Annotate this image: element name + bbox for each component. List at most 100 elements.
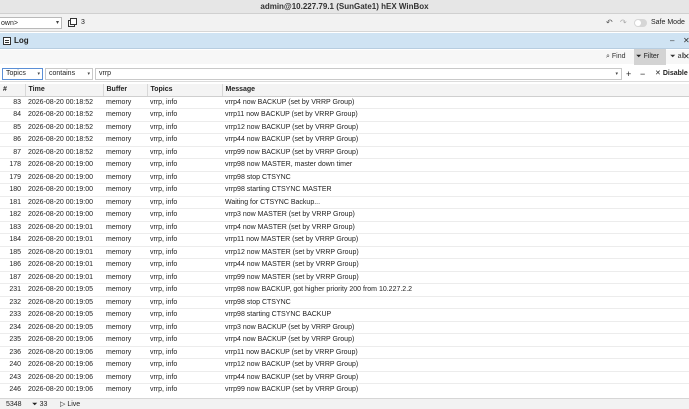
table-row[interactable]: 85 2026-08-20 00:18:52 memory vrrp, info vrr… bbox=[0, 121, 689, 134]
disable-label: Disable bbox=[662, 70, 688, 77]
cell-number: 179 bbox=[0, 171, 25, 184]
table-row[interactable]: 240 2026-08-20 00:19:06 memory vrrp, info vr… bbox=[0, 358, 689, 372]
column-header-message[interactable]: Message bbox=[222, 84, 689, 97]
column-header-buffer[interactable]: Buffer bbox=[103, 84, 148, 97]
filter-icon: ⏷ bbox=[636, 53, 642, 60]
session-select[interactable]: own> ▾ bbox=[0, 17, 62, 29]
cell-message: vrrp44 now BACKUP (set by VRRP Group) bbox=[222, 133, 689, 147]
cell-topics: vrrp, info bbox=[147, 146, 222, 159]
table-row[interactable]: 84 2026-08-20 00:18:52 memory vrrp, info vrr… bbox=[0, 108, 689, 122]
cell-number: 183 bbox=[0, 221, 25, 234]
filter-button[interactable]: ⏷ Filter bbox=[634, 49, 666, 65]
cell-number: 186 bbox=[0, 258, 25, 272]
safe-mode-toggle[interactable] bbox=[634, 19, 647, 27]
cell-time: 2026-08-20 00:19:05 bbox=[25, 296, 103, 309]
cell-time: 2026-08-20 00:18:52 bbox=[25, 133, 103, 147]
table-row[interactable]: 181 2026-08-20 00:19:00 memory vrrp, info Wa… bbox=[0, 196, 689, 209]
cell-topics: vrrp, info bbox=[147, 246, 222, 259]
table-row[interactable]: 87 2026-08-20 00:18:52 memory vrrp, info vrr… bbox=[0, 146, 689, 159]
cell-time: 2026-08-20 00:19:06 bbox=[25, 333, 103, 347]
close-icon: ✕ bbox=[655, 70, 661, 77]
cell-buffer: memory bbox=[103, 221, 147, 234]
cell-message: vrrp99 now MASTER (set by VRRP Group) bbox=[222, 271, 689, 284]
cell-number: 87 bbox=[0, 146, 25, 159]
cell-number: 246 bbox=[0, 383, 25, 396]
cell-topics: vrrp, info bbox=[147, 296, 222, 309]
safe-mode-label: Safe Mode bbox=[651, 19, 685, 26]
cell-topics: vrrp, info bbox=[147, 121, 222, 134]
cell-message: vrrp44 now MASTER (set by VRRP Group) bbox=[222, 258, 689, 272]
cell-buffer: memory bbox=[103, 183, 147, 197]
filter-value-text: vrrp bbox=[99, 70, 112, 77]
cell-message: vrrp12 now BACKUP (set by VRRP Group) bbox=[222, 358, 689, 372]
find-label: Find bbox=[611, 53, 626, 60]
windows-icon[interactable] bbox=[68, 18, 77, 27]
table-row[interactable]: 246 2026-08-20 00:19:06 memory vrrp, info vr… bbox=[0, 383, 689, 396]
table-row[interactable]: 86 2026-08-20 00:18:52 memory vrrp, info vrr… bbox=[0, 133, 689, 147]
live-toggle[interactable]: ▷ Live bbox=[60, 400, 80, 409]
cell-topics: vrrp, info bbox=[147, 233, 222, 247]
table-row[interactable]: 180 2026-08-20 00:19:00 memory vrrp, info vr… bbox=[0, 183, 689, 197]
redo-icon[interactable]: ↷ bbox=[620, 17, 627, 28]
log-table-container: # Time Buffer Topics Message 83 2026-08-2… bbox=[0, 84, 689, 396]
cell-time: 2026-08-20 00:19:00 bbox=[25, 158, 103, 172]
cell-time: 2026-08-20 00:18:52 bbox=[25, 96, 103, 109]
remove-filter-button[interactable]: − bbox=[640, 68, 645, 80]
find-button[interactable]: ⌕ Find bbox=[606, 50, 626, 64]
filter-value-input[interactable]: vrrp ▾ bbox=[95, 68, 622, 80]
cell-topics: vrrp, info bbox=[147, 333, 222, 347]
cell-time: 2026-08-20 00:19:05 bbox=[25, 321, 103, 334]
all-button[interactable]: ⏷ all bbox=[670, 50, 685, 64]
undo-icon[interactable]: ↶ bbox=[606, 17, 613, 28]
table-row[interactable]: 236 2026-08-20 00:19:06 memory vrrp, info vr… bbox=[0, 346, 689, 359]
table-row[interactable]: 182 2026-08-20 00:19:00 memory vrrp, info vr… bbox=[0, 208, 689, 222]
minimize-icon[interactable]: – bbox=[670, 33, 674, 49]
add-filter-button[interactable]: + bbox=[626, 68, 631, 80]
play-icon: ▷ bbox=[60, 401, 66, 408]
table-row[interactable]: 184 2026-08-20 00:19:01 memory vrrp, info vr… bbox=[0, 233, 689, 247]
close-icon[interactable]: ✕ bbox=[683, 33, 689, 49]
table-row[interactable]: 233 2026-08-20 00:19:05 memory vrrp, info vr… bbox=[0, 308, 689, 322]
column-header-topics[interactable]: Topics bbox=[147, 84, 223, 97]
table-row[interactable]: 234 2026-08-20 00:19:05 memory vrrp, info vr… bbox=[0, 321, 689, 334]
table-row[interactable]: 243 2026-08-20 00:19:06 memory vrrp, info vr… bbox=[0, 371, 689, 384]
table-row[interactable]: 83 2026-08-20 00:18:52 memory vrrp, info vrr… bbox=[0, 96, 689, 109]
column-header-number[interactable]: # bbox=[0, 84, 26, 97]
table-row[interactable]: 179 2026-08-20 00:19:00 memory vrrp, info vr… bbox=[0, 171, 689, 184]
cell-message: vrrp12 now BACKUP (set by VRRP Group) bbox=[222, 121, 689, 134]
table-row[interactable]: 186 2026-08-20 00:19:01 memory vrrp, info vr… bbox=[0, 258, 689, 272]
cell-topics: vrrp, info bbox=[147, 371, 222, 384]
table-row[interactable]: 185 2026-08-20 00:19:01 memory vrrp, info vr… bbox=[0, 246, 689, 259]
cell-time: 2026-08-20 00:19:01 bbox=[25, 258, 103, 272]
total-count: 5348 bbox=[6, 401, 22, 408]
cell-buffer: memory bbox=[103, 271, 147, 284]
disable-filter-button[interactable]: ✕ Disable bbox=[655, 68, 688, 80]
column-header-time[interactable]: Time bbox=[25, 84, 104, 97]
table-row[interactable]: 178 2026-08-20 00:19:00 memory vrrp, info vr… bbox=[0, 158, 689, 172]
table-row[interactable]: 231 2026-08-20 00:19:05 memory vrrp, info vr… bbox=[0, 283, 689, 297]
cell-message: vrrp3 now BACKUP (set by VRRP Group) bbox=[222, 321, 689, 334]
cell-time: 2026-08-20 00:18:52 bbox=[25, 121, 103, 134]
search-icon: ⌕ bbox=[606, 53, 610, 60]
filter-field-select[interactable]: Topics ▾ bbox=[2, 68, 43, 80]
cell-buffer: memory bbox=[103, 258, 147, 272]
cell-message: vrrp98 now MASTER, master down timer bbox=[222, 158, 689, 172]
table-row[interactable]: 183 2026-08-20 00:19:01 memory vrrp, info vr… bbox=[0, 221, 689, 234]
cell-number: 180 bbox=[0, 183, 25, 197]
filter-condition-bar: Topics ▾ contains ▾ vrrp ▾ + − ✕ Disable bbox=[0, 66, 689, 82]
table-header-row: # Time Buffer Topics Message bbox=[0, 84, 689, 97]
table-row[interactable]: 235 2026-08-20 00:19:06 memory vrrp, info vr… bbox=[0, 333, 689, 347]
cell-topics: vrrp, info bbox=[147, 321, 222, 334]
chevron-down-icon: ▾ bbox=[37, 71, 40, 77]
cell-buffer: memory bbox=[103, 346, 147, 359]
cell-topics: vrrp, info bbox=[147, 308, 222, 322]
table-row[interactable]: 232 2026-08-20 00:19:05 memory vrrp, info vr… bbox=[0, 296, 689, 309]
filter-operator-select[interactable]: contains ▾ bbox=[45, 68, 93, 80]
table-row[interactable]: 187 2026-08-20 00:19:01 memory vrrp, info vr… bbox=[0, 271, 689, 284]
cell-message: vrrp11 now BACKUP (set by VRRP Group) bbox=[222, 108, 689, 122]
cell-topics: vrrp, info bbox=[147, 158, 222, 172]
cell-number: 181 bbox=[0, 196, 25, 209]
cell-number: 178 bbox=[0, 158, 25, 172]
filter-icon: ⏷ bbox=[32, 401, 38, 408]
cell-topics: vrrp, info bbox=[147, 96, 222, 109]
